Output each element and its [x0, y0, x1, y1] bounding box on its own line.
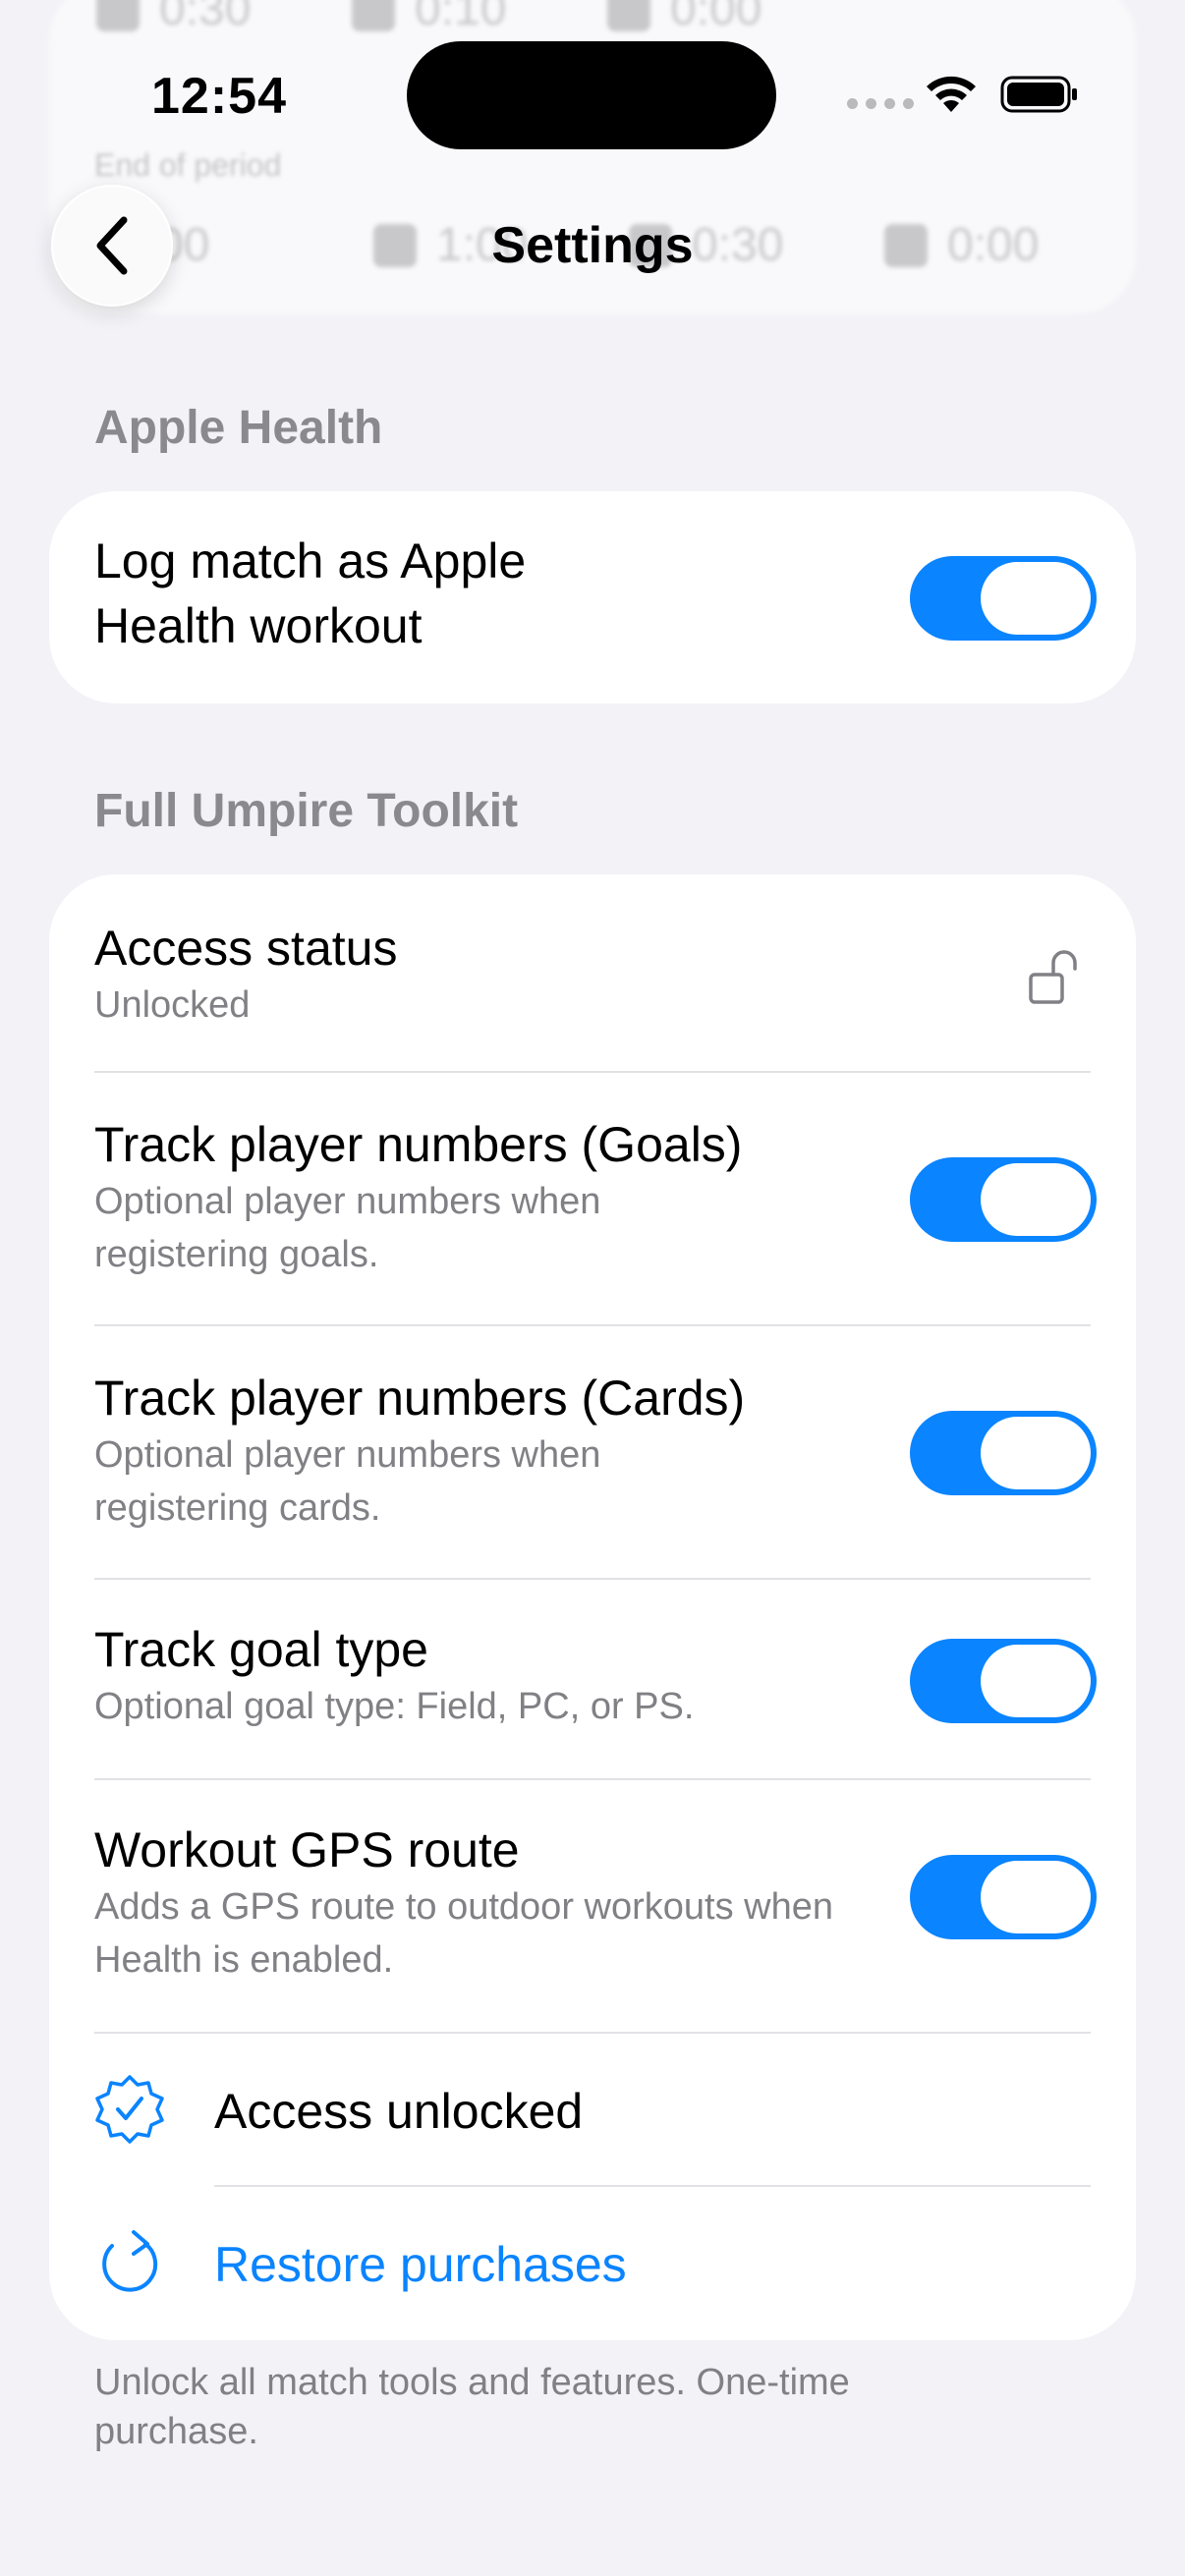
toolkit-footer-note: Unlock all match tools and features. One…	[94, 2362, 850, 2452]
dynamic-island	[407, 41, 776, 149]
apple-health-card: Log match as Apple Health workout	[49, 491, 1136, 703]
gps-route-subtitle: Adds a GPS route to outdoor workouts whe…	[94, 1886, 833, 1981]
restore-purchases-button[interactable]: Restore purchases	[49, 2187, 1136, 2340]
section-header-toolkit: Full Umpire Toolkit	[94, 785, 519, 837]
restore-purchases-label[interactable]: Restore purchases	[214, 2232, 627, 2297]
access-unlocked-label: Access unlocked	[214, 2084, 584, 2139]
track-goals-row: Track player numbers (Goals) Optional pl…	[49, 1073, 1136, 1326]
gps-route-title: Workout GPS route	[94, 1822, 520, 1877]
restore-arrow-icon	[102, 2230, 158, 2292]
track-cards-subtitle: Optional player numbers when registering…	[94, 1434, 601, 1529]
track-cards-title: Track player numbers (Cards)	[94, 1371, 746, 1426]
track-goals-toggle[interactable]	[910, 1157, 1097, 1242]
status-bar: 12:54	[0, 0, 1185, 196]
cellular-signal-icon	[847, 98, 914, 109]
wifi-icon	[927, 76, 976, 112]
track-goals-subtitle: Optional player numbers when registering…	[94, 1181, 601, 1275]
track-cards-toggle[interactable]	[910, 1411, 1097, 1495]
page-title: Settings	[491, 217, 694, 274]
status-time: 12:54	[151, 68, 287, 125]
track-cards-row: Track player numbers (Cards) Optional pl…	[49, 1326, 1136, 1580]
settings-screen: 0:30 0:10 0:00 End of period 2:00 1:00 0…	[0, 0, 1185, 2576]
checkmark-seal-icon	[95, 2075, 164, 2144]
track-goal-type-row: Track goal type Optional goal type: Fiel…	[49, 1580, 1136, 1780]
toolkit-card: Access status Unlocked Track player numb…	[49, 874, 1136, 2340]
access-status-value: Unlocked	[94, 984, 251, 1026]
log-workout-label: Log match as Apple Health workout	[94, 533, 527, 653]
track-goal-type-subtitle: Optional goal type: Field, PC, or PS.	[94, 1686, 695, 1727]
track-goal-type-toggle[interactable]	[910, 1639, 1097, 1723]
gps-route-toggle[interactable]	[910, 1855, 1097, 1939]
track-goal-type-title: Track goal type	[94, 1622, 428, 1677]
gps-route-row: Workout GPS route Adds a GPS route to ou…	[49, 1780, 1136, 2034]
log-workout-toggle[interactable]	[910, 556, 1097, 641]
battery-icon	[1000, 76, 1077, 113]
section-header-apple-health: Apple Health	[94, 402, 383, 454]
unlocked-padlock-icon	[1029, 950, 1077, 1004]
access-status-title: Access status	[94, 921, 398, 976]
track-goals-title: Track player numbers (Goals)	[94, 1117, 743, 1172]
access-unlocked-row: Access unlocked	[49, 2034, 1136, 2187]
access-status-row: Access status Unlocked	[49, 874, 1136, 1073]
